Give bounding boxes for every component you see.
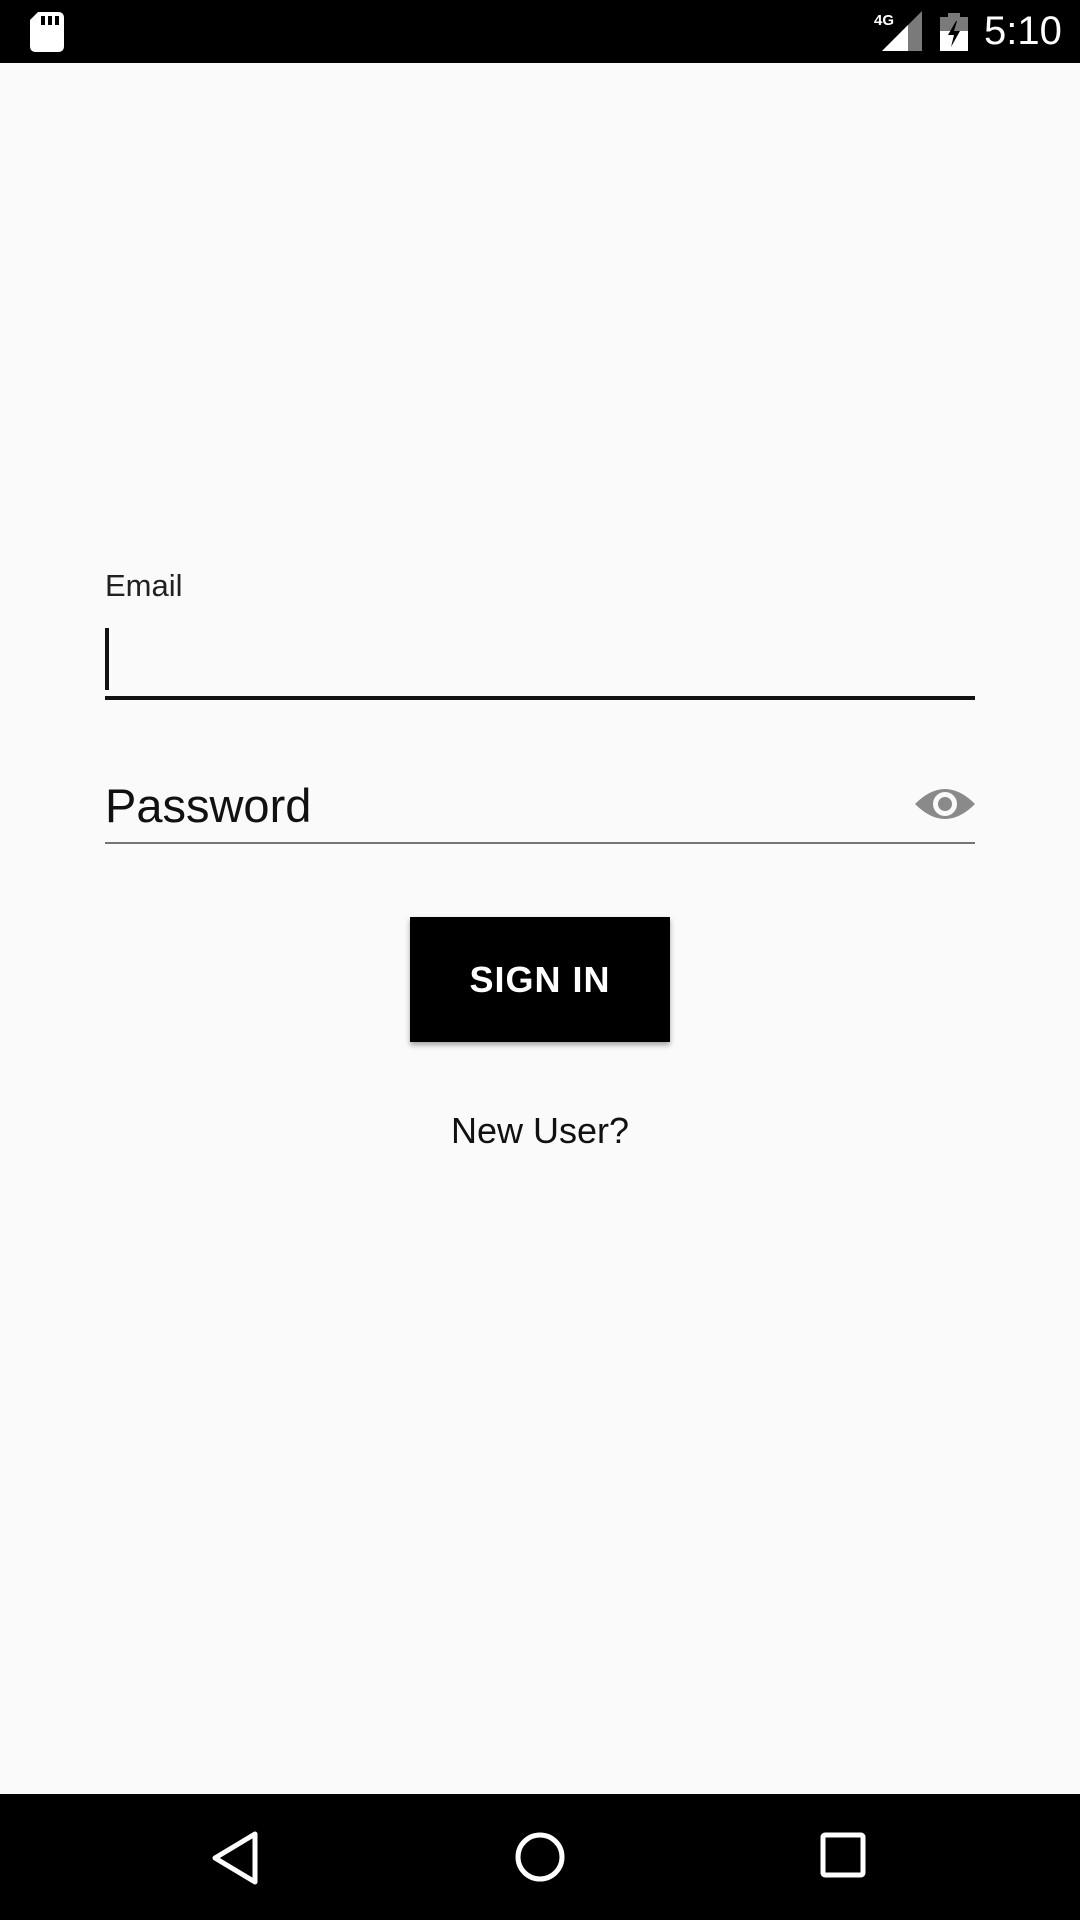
back-icon[interactable] — [210, 1830, 260, 1886]
new-user-link[interactable]: New User? — [0, 1110, 1080, 1152]
battery-charging-icon — [940, 13, 968, 51]
status-clock: 5:10 — [984, 9, 1062, 53]
navigation-bar — [0, 1794, 1080, 1920]
sd-card-icon — [30, 12, 64, 52]
email-label: Email — [105, 568, 183, 603]
status-bar: 4G 5:10 — [0, 0, 1080, 63]
home-icon[interactable] — [514, 1831, 566, 1883]
eye-icon[interactable] — [915, 782, 975, 826]
recents-icon[interactable] — [820, 1832, 866, 1878]
password-placeholder: Password — [105, 779, 312, 832]
network-type-label: 4G — [874, 12, 894, 29]
password-field[interactable]: Password — [105, 770, 975, 844]
email-field[interactable] — [105, 620, 975, 700]
cellular-signal-icon: 4G — [874, 11, 922, 51]
text-cursor — [105, 628, 109, 690]
sign-in-button[interactable]: SIGN IN — [410, 917, 670, 1042]
